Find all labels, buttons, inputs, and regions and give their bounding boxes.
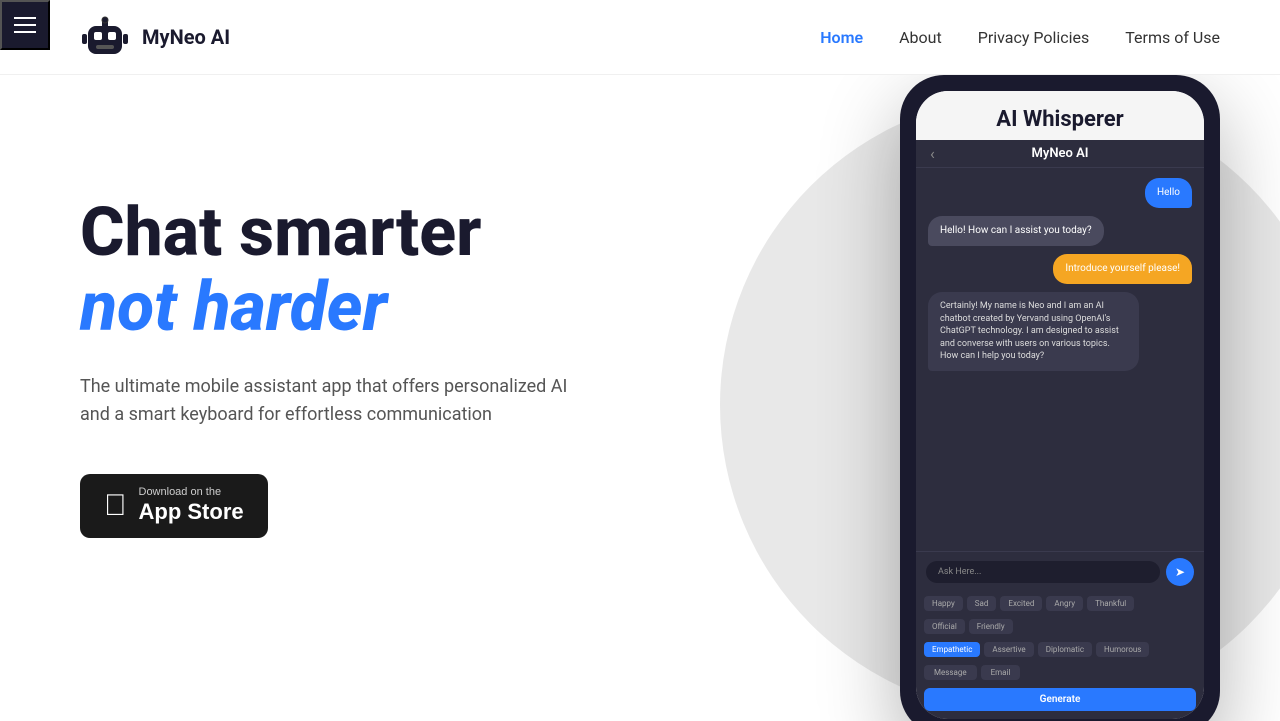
action-message[interactable]: Message [924,665,977,680]
nav-home[interactable]: Home [820,28,863,47]
emotion-tags-row3: Empathetic Assertive Diplomatic Humorous [916,638,1204,661]
tag-empathetic[interactable]: Empathetic [924,642,980,657]
tag-official[interactable]: Official [924,619,965,634]
apple-icon:  [104,491,127,521]
tag-thankful[interactable]: Thankful [1087,596,1134,611]
tag-diplomatic[interactable]: Diplomatic [1038,642,1092,657]
site-header: MyNeo AI Home About Privacy Policies Ter… [0,0,1280,75]
hamburger-line [14,31,36,33]
hero-title-line2: not harder [80,270,570,345]
phone-input-area: Ask Here... ➤ [916,551,1204,592]
chat-bubble-bot-intro: Certainly! My name is Neo and I am an AI… [928,292,1139,371]
nav-terms[interactable]: Terms of Use [1125,28,1220,47]
emotion-tags-row1: Happy Sad Excited Angry Thankful [916,592,1204,615]
hamburger-menu-button[interactable] [0,0,50,50]
app-store-button[interactable]:  Download on the App Store [80,474,268,538]
logo-area: MyNeo AI [80,12,230,62]
logo-text: MyNeo AI [142,25,230,49]
app-store-text-group: Download on the App Store [139,486,244,526]
hero-title-line1: Chat smarter [80,195,570,270]
app-topbar-title: MyNeo AI [1031,146,1088,161]
nav-privacy[interactable]: Privacy Policies [978,28,1090,47]
tag-angry[interactable]: Angry [1046,596,1083,611]
phone-send-button[interactable]: ➤ [1166,558,1194,586]
emotion-tags-row2: Official Friendly [916,615,1204,638]
hero-section: Chat smarter not harder The ultimate mob… [0,75,1280,721]
tag-assertive[interactable]: Assertive [984,642,1033,657]
nav-about[interactable]: About [899,28,942,47]
phone-screen: AI Whisperer ‹ MyNeo AI Hello Hello! How… [916,91,1204,719]
generate-button[interactable]: Generate [924,688,1196,711]
hamburger-line [14,17,36,19]
phone-frame: AI Whisperer ‹ MyNeo AI Hello Hello! How… [900,75,1220,721]
hero-subtitle: The ultimate mobile assistant app that o… [80,373,570,431]
action-email[interactable]: Email [981,665,1021,680]
app-store-small-text: Download on the [139,486,222,499]
hamburger-line [14,24,36,26]
phone-input-placeholder[interactable]: Ask Here... [926,561,1160,583]
back-arrow[interactable]: ‹ [930,144,935,163]
generate-section: Generate [916,684,1204,719]
chat-area: Hello Hello! How can I assist you today?… [916,168,1204,551]
hero-text-block: Chat smarter not harder The ultimate mob… [80,135,570,538]
tag-excited[interactable]: Excited [1000,596,1042,611]
app-topbar: ‹ MyNeo AI [916,140,1204,168]
chat-bubble-user-intro: Introduce yourself please! [1053,254,1192,284]
tag-friendly[interactable]: Friendly [969,619,1013,634]
logo-icon [80,12,130,62]
phone-mockup-area: AI Whisperer ‹ MyNeo AI Hello Hello! How… [600,75,1280,721]
tag-happy[interactable]: Happy [924,596,963,611]
tag-sad[interactable]: Sad [967,596,997,611]
tag-humorous[interactable]: Humorous [1096,642,1149,657]
main-nav: Home About Privacy Policies Terms of Use [820,28,1220,47]
app-store-large-text: App Store [139,499,244,525]
chat-bubble-user-hello: Hello [1145,178,1192,208]
action-row: Message Email [916,661,1204,684]
screen-title: AI Whisperer [996,107,1123,132]
screen-title-area: AI Whisperer [916,91,1204,140]
chat-bubble-bot-greeting: Hello! How can I assist you today? [928,216,1104,246]
